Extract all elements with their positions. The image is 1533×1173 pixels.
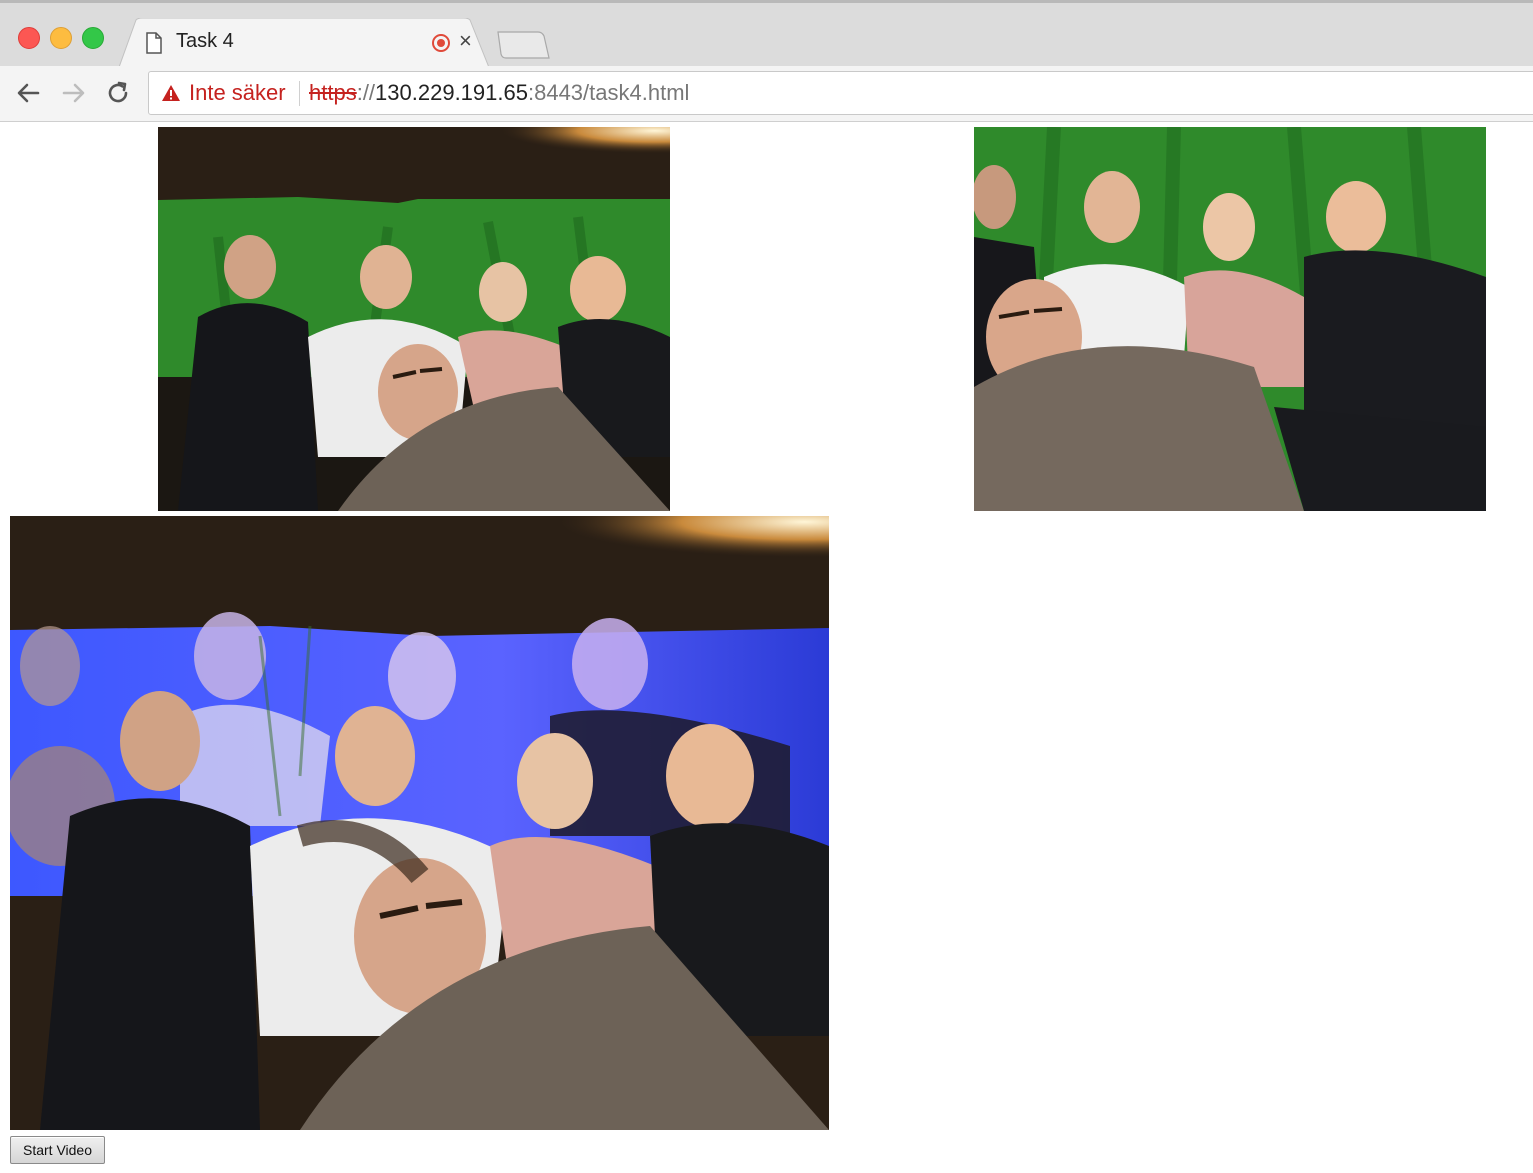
tab-close-icon[interactable]: × xyxy=(459,28,472,54)
new-tab-button[interactable] xyxy=(494,30,552,60)
url-host: 130.229.191.65 xyxy=(375,80,528,105)
browser-toolbar: Inte säker https://130.229.191.65:8443/t… xyxy=(0,66,1533,122)
warning-triangle-icon xyxy=(162,85,180,101)
tab-title: Task 4 xyxy=(176,30,234,52)
source-video-1 xyxy=(158,127,670,511)
omnibox-divider xyxy=(299,81,300,106)
composited-frame xyxy=(10,516,829,1130)
reload-icon[interactable] xyxy=(103,78,133,108)
security-status[interactable]: Inte säker xyxy=(189,80,286,106)
browser-titlebar: Task 4 × xyxy=(0,0,1533,70)
url-separator: :// xyxy=(356,80,376,105)
document-icon xyxy=(146,32,162,54)
forward-arrow-icon[interactable] xyxy=(58,78,88,108)
address-bar[interactable]: Inte säker https://130.229.191.65:8443/t… xyxy=(148,71,1533,115)
video-frame-2 xyxy=(974,127,1486,511)
start-video-button[interactable]: Start Video xyxy=(10,1136,105,1164)
video-frame-1 xyxy=(158,127,670,511)
url-scheme: https xyxy=(309,80,357,105)
source-video-2 xyxy=(974,127,1486,511)
url-path: :8443/task4.html xyxy=(527,80,690,105)
close-window-icon[interactable] xyxy=(18,27,40,49)
back-arrow-icon[interactable] xyxy=(14,78,44,108)
record-icon xyxy=(432,34,450,52)
composited-output-canvas xyxy=(10,516,829,1130)
url-text[interactable]: https://130.229.191.65:8443/task4.html xyxy=(309,80,689,106)
browser-tab[interactable]: Task 4 × xyxy=(118,18,490,70)
minimize-window-icon[interactable] xyxy=(50,27,72,49)
zoom-window-icon[interactable] xyxy=(82,27,104,49)
